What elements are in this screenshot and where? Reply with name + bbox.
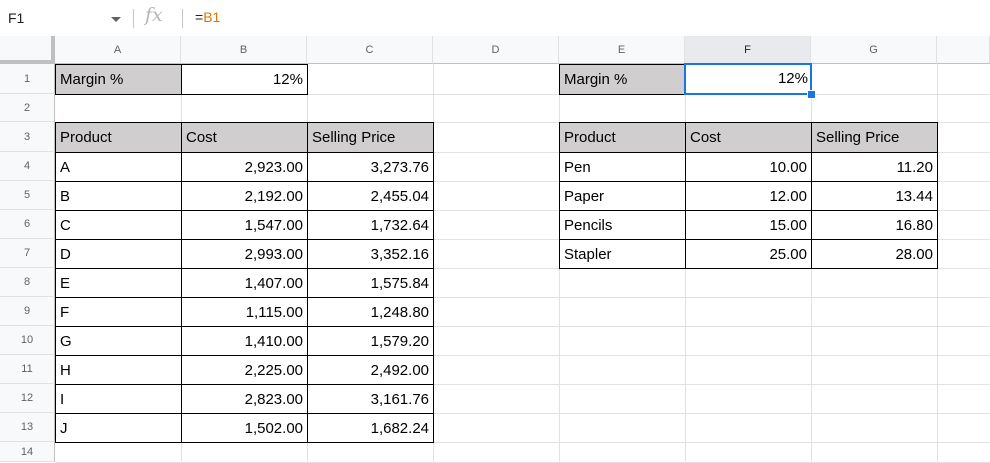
row-header-4[interactable]: 4 xyxy=(0,152,55,181)
table-cell[interactable]: 1,547.00 xyxy=(181,210,308,240)
row-header-10[interactable]: 10 xyxy=(0,326,55,355)
column-header-a[interactable]: A xyxy=(55,36,181,64)
column-header-d[interactable]: D xyxy=(433,36,559,64)
name-box-text: F1 xyxy=(8,10,25,26)
table-cell[interactable]: H xyxy=(55,355,182,385)
table-cell[interactable]: 11.20 xyxy=(811,152,938,182)
table-cell[interactable]: 1,502.00 xyxy=(181,413,308,443)
table-cell[interactable]: 2,192.00 xyxy=(181,181,308,211)
row-header-6[interactable]: 6 xyxy=(0,210,55,239)
column-header-f[interactable]: F xyxy=(685,36,811,64)
row-header-7[interactable]: 7 xyxy=(0,239,55,268)
table-cell[interactable]: 28.00 xyxy=(811,239,938,269)
chevron-down-icon[interactable] xyxy=(111,17,121,22)
table-cell[interactable]: 3,161.76 xyxy=(307,384,434,414)
table-cell[interactable]: G xyxy=(55,326,182,356)
table-header-cell[interactable]: Cost xyxy=(685,122,812,153)
row-header-12[interactable]: 12 xyxy=(0,384,55,413)
table-cell[interactable]: 13.44 xyxy=(811,181,938,211)
table-cell[interactable]: 2,993.00 xyxy=(181,239,308,269)
function-icon: fx xyxy=(145,4,163,26)
table-cell[interactable]: I xyxy=(55,384,182,414)
row-header-5[interactable]: 5 xyxy=(0,181,55,210)
table-cell[interactable]: 3,352.16 xyxy=(307,239,434,269)
column-header-c[interactable]: C xyxy=(307,36,433,64)
formula-prefix: = xyxy=(195,9,204,25)
table-cell[interactable]: C xyxy=(55,210,182,240)
column-header-b[interactable]: B xyxy=(181,36,307,64)
table-cell[interactable]: 12.00 xyxy=(685,181,812,211)
spreadsheet-grid[interactable]: A B C D E F G 1 2 3 4 5 6 7 8 9 10 11 12 13 14 Margin % 12% Pro… xyxy=(0,36,990,463)
margin-value-cell[interactable]: 12% xyxy=(181,64,308,95)
table-cell[interactable]: A xyxy=(55,152,182,182)
table-cell[interactable]: Stapler xyxy=(559,239,686,269)
table-cell[interactable]: F xyxy=(55,297,182,327)
table-header-cell[interactable]: Product xyxy=(55,122,182,153)
table-header-cell[interactable]: Selling Price xyxy=(307,122,434,153)
row-header-1[interactable]: 1 xyxy=(0,64,55,94)
divider xyxy=(133,9,134,28)
table-cell[interactable]: 3,273.76 xyxy=(307,152,434,182)
margin-label-cell[interactable]: Margin % xyxy=(55,64,182,95)
column-header-e[interactable]: E xyxy=(559,36,685,64)
table-cell[interactable]: J xyxy=(55,413,182,443)
formula-reference: B1 xyxy=(203,9,221,25)
table-cell[interactable]: 2,823.00 xyxy=(181,384,308,414)
table-cell[interactable]: 1,115.00 xyxy=(181,297,308,327)
divider xyxy=(182,9,183,28)
margin-label-cell[interactable]: Margin % xyxy=(559,64,686,95)
table-cell[interactable]: E xyxy=(55,268,182,298)
formula-input[interactable]: =B1 xyxy=(195,9,220,25)
selected-cell-outline[interactable] xyxy=(684,63,812,95)
table-cell[interactable]: 2,923.00 xyxy=(181,152,308,182)
row-header-14[interactable]: 14 xyxy=(0,442,55,462)
table-cell[interactable]: 16.80 xyxy=(811,210,938,240)
row-header-2[interactable]: 2 xyxy=(0,94,55,122)
table-cell[interactable]: 1,248.80 xyxy=(307,297,434,327)
table-cell[interactable]: 1,410.00 xyxy=(181,326,308,356)
row-header-9[interactable]: 9 xyxy=(0,297,55,326)
table-cell[interactable]: B xyxy=(55,181,182,211)
table-cell[interactable]: 10.00 xyxy=(685,152,812,182)
table-cell[interactable]: 1,575.84 xyxy=(307,268,434,298)
table-cell[interactable]: 1,732.64 xyxy=(307,210,434,240)
formula-bar: F1 fx =B1 xyxy=(0,0,990,37)
name-box[interactable]: F1 xyxy=(0,4,128,32)
table-header-cell[interactable]: Cost xyxy=(181,122,308,153)
table-cell[interactable]: 2,492.00 xyxy=(307,355,434,385)
fill-handle[interactable] xyxy=(807,90,816,99)
table-header-cell[interactable]: Selling Price xyxy=(811,122,938,153)
row-header-13[interactable]: 13 xyxy=(0,413,55,442)
row-header-11[interactable]: 11 xyxy=(0,355,55,384)
table-cell[interactable]: 1,407.00 xyxy=(181,268,308,298)
table-cell[interactable]: Pen xyxy=(559,152,686,182)
row-header-8[interactable]: 8 xyxy=(0,268,55,297)
select-all-corner[interactable] xyxy=(0,36,55,64)
table-cell[interactable]: 2,225.00 xyxy=(181,355,308,385)
column-header-g[interactable]: G xyxy=(811,36,937,64)
table-cell[interactable]: Paper xyxy=(559,181,686,211)
table-cell[interactable]: Pencils xyxy=(559,210,686,240)
table-cell[interactable]: 15.00 xyxy=(685,210,812,240)
table-cell[interactable]: D xyxy=(55,239,182,269)
table-cell[interactable]: 1,579.20 xyxy=(307,326,434,356)
table-cell[interactable]: 2,455.04 xyxy=(307,181,434,211)
table-header-cell[interactable]: Product xyxy=(559,122,686,153)
column-header-partial[interactable] xyxy=(937,36,990,64)
row-header-3[interactable]: 3 xyxy=(0,122,55,152)
table-cell[interactable]: 25.00 xyxy=(685,239,812,269)
table-cell[interactable]: 1,682.24 xyxy=(307,413,434,443)
